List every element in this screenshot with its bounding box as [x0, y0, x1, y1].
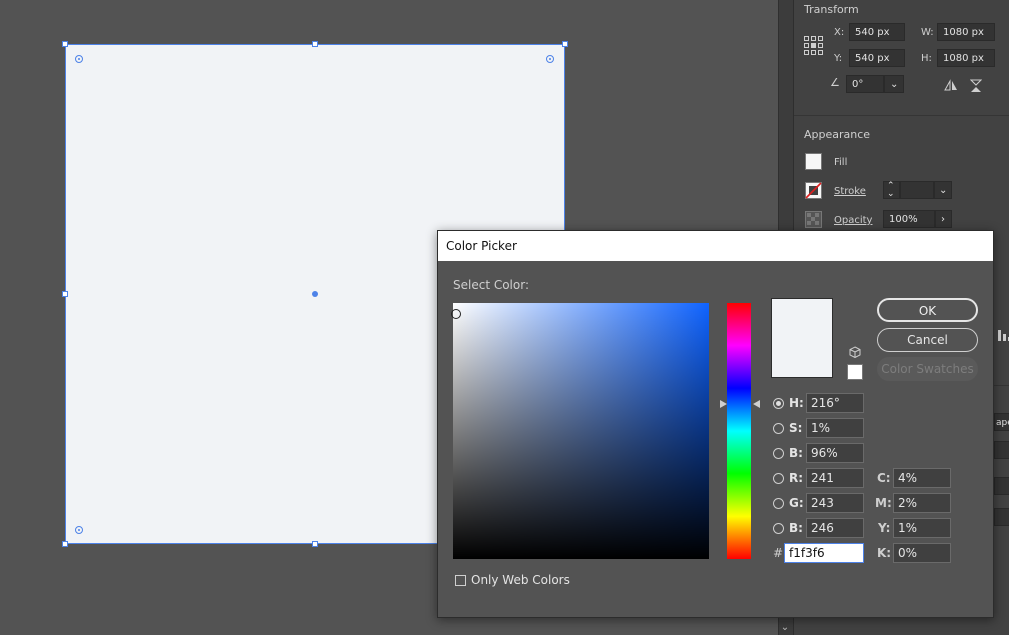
yellow-field[interactable]: 1%	[893, 518, 951, 538]
resize-handle-left[interactable]	[62, 291, 68, 297]
only-web-colors-label[interactable]: Only Web Colors	[471, 573, 570, 587]
red-label: R:	[789, 471, 804, 485]
resize-handle-top-left[interactable]	[62, 41, 68, 47]
black-label: K:	[877, 546, 892, 560]
hex-field[interactable]: f1f3f6	[784, 543, 864, 563]
resize-handle-top[interactable]	[312, 41, 318, 47]
stroke-weight-field[interactable]	[900, 181, 934, 199]
angle-dropdown-chevron-down-icon[interactable]: ⌄	[884, 75, 904, 93]
color-swatches-button: Color Swatches	[877, 357, 978, 381]
y-field[interactable]: 540 px	[849, 49, 905, 67]
fill-label: Fill	[834, 157, 848, 168]
new-color-preview	[771, 298, 833, 378]
stroke-weight-chevron-down-icon[interactable]: ⌄	[934, 181, 952, 199]
ok-button[interactable]: OK	[877, 298, 978, 322]
green-field[interactable]: 243	[806, 493, 864, 513]
align-bars-icon[interactable]	[997, 328, 1009, 342]
panel-divider	[794, 115, 1009, 116]
blue-field[interactable]: 246	[806, 518, 864, 538]
cancel-button[interactable]: Cancel	[877, 328, 978, 352]
only-web-colors-checkbox[interactable]	[455, 575, 466, 586]
web-safe-cube-icon[interactable]	[849, 346, 861, 358]
corner-radius-widget-top-left[interactable]	[75, 55, 83, 63]
stroke-label[interactable]: Stroke	[834, 186, 866, 197]
fill-swatch[interactable]	[805, 153, 822, 170]
cyan-label: C:	[877, 471, 891, 485]
hue-label: H:	[789, 396, 804, 410]
hue-field[interactable]: 216°	[806, 393, 864, 413]
black-field[interactable]: 0%	[893, 543, 951, 563]
partial-field[interactable]	[994, 441, 1009, 459]
green-label: G:	[789, 496, 804, 510]
transform-title: Transform	[804, 3, 859, 16]
red-radio[interactable]	[773, 473, 784, 484]
flip-vertical-icon[interactable]	[970, 79, 982, 93]
opacity-checker-icon	[805, 211, 822, 228]
partial-field[interactable]	[994, 477, 1009, 495]
x-field[interactable]: 540 px	[849, 23, 905, 41]
web-safe-color-swatch[interactable]	[847, 364, 863, 380]
resize-handle-bottom[interactable]	[312, 541, 318, 547]
blue-radio[interactable]	[773, 523, 784, 534]
h-field[interactable]: 1080 px	[937, 49, 995, 67]
opacity-field[interactable]: 100%	[883, 210, 935, 228]
green-radio[interactable]	[773, 498, 784, 509]
panel-divider	[994, 385, 1009, 386]
reference-point-icon[interactable]	[804, 36, 824, 56]
resize-handle-top-right[interactable]	[562, 41, 568, 47]
select-color-label: Select Color:	[453, 278, 529, 292]
red-field[interactable]: 241	[806, 468, 864, 488]
yellow-label: Y:	[878, 521, 891, 535]
stroke-weight-stepper[interactable]: ⌃ ⌄	[883, 181, 900, 199]
saturation-field[interactable]: 1%	[806, 418, 864, 438]
hue-slider-right-arrow-icon[interactable]	[753, 400, 760, 408]
x-label: X:	[834, 27, 845, 38]
saturation-label: S:	[789, 421, 803, 435]
opacity-label[interactable]: Opacity	[834, 215, 872, 226]
cyan-field[interactable]: 4%	[893, 468, 951, 488]
w-field[interactable]: 1080 px	[937, 23, 995, 41]
partial-field[interactable]	[994, 508, 1009, 526]
h-label: H:	[921, 53, 932, 64]
color-selector-ring[interactable]	[451, 309, 461, 319]
w-label: W:	[921, 27, 934, 38]
magenta-label: M:	[875, 496, 892, 510]
center-point	[312, 291, 318, 297]
dialog-titlebar[interactable]: Color Picker	[438, 231, 993, 261]
y-label: Y:	[834, 53, 843, 64]
hue-slider[interactable]	[727, 303, 751, 559]
hue-radio[interactable]	[773, 398, 784, 409]
angle-icon: ∠	[830, 76, 840, 89]
hex-hash-label: #	[773, 546, 784, 560]
corner-radius-widget-bottom-left[interactable]	[75, 526, 83, 534]
flip-horizontal-icon[interactable]	[944, 79, 958, 91]
opacity-chevron-right-icon[interactable]: ›	[935, 210, 952, 228]
brightness-label: B:	[789, 446, 803, 460]
appearance-title: Appearance	[804, 128, 871, 141]
hue-slider-left-arrow-icon[interactable]	[720, 400, 727, 408]
scroll-down-icon[interactable]: ⌄	[778, 621, 792, 635]
brightness-field[interactable]: 96%	[806, 443, 864, 463]
saturation-brightness-field[interactable]	[451, 303, 709, 559]
color-picker-dialog: Color Picker Select Color: OK Cancel Col…	[437, 230, 994, 618]
saturation-radio[interactable]	[773, 423, 784, 434]
blue-label: B:	[789, 521, 803, 535]
stroke-none-swatch-icon[interactable]	[805, 182, 822, 199]
brightness-radio[interactable]	[773, 448, 784, 459]
partial-field[interactable]: ape	[994, 413, 1009, 431]
rotate-angle-field[interactable]: 0°	[846, 75, 884, 93]
resize-handle-bottom-left[interactable]	[62, 541, 68, 547]
corner-radius-widget-top-right[interactable]	[546, 55, 554, 63]
magenta-field[interactable]: 2%	[893, 493, 951, 513]
